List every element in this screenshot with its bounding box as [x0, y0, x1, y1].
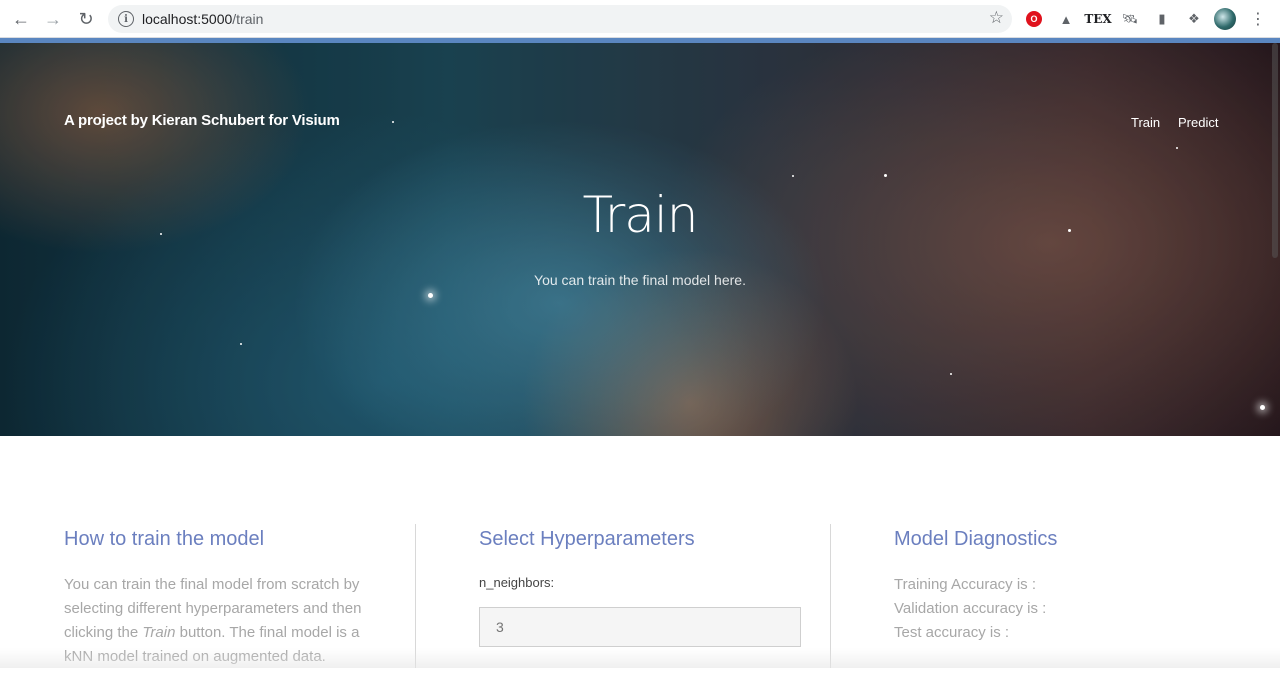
validation-accuracy-text: Validation accuracy is : — [894, 600, 1047, 617]
forward-icon[interactable]: → — [41, 7, 65, 31]
mountain-extension-icon[interactable]: ▲ — [1056, 9, 1076, 29]
page-subtitle: You can train the final model here. — [534, 272, 746, 288]
n-neighbors-input[interactable] — [479, 607, 801, 647]
bookmark-star-icon[interactable]: ☆ — [989, 8, 1004, 28]
star-decoration — [240, 343, 242, 345]
profile-avatar[interactable] — [1214, 8, 1236, 30]
reload-icon[interactable]: ↻ — [74, 7, 98, 31]
star-decoration — [1260, 405, 1265, 410]
howto-title: How to train the model — [64, 528, 265, 550]
star-decoration — [884, 174, 887, 177]
hero-banner: A project by Kieran Schubert for Visium … — [0, 43, 1280, 436]
brand-link[interactable]: A project by Kieran Schubert for Visium — [64, 112, 340, 129]
star-decoration — [1176, 147, 1178, 149]
column-divider — [830, 524, 831, 668]
info-icon[interactable]: i — [118, 11, 134, 27]
back-icon[interactable]: ← — [9, 7, 33, 31]
diagnostics-list: Training Accuracy is : Validation accura… — [894, 573, 1046, 645]
bottle-extension-icon[interactable]: ▮ — [1152, 9, 1172, 29]
bottom-fade — [0, 648, 1280, 668]
star-decoration — [428, 293, 433, 298]
training-accuracy-text: Training Accuracy is : — [894, 576, 1036, 593]
url-text[interactable]: localhost:5000/train — [142, 11, 263, 27]
nav-predict[interactable]: Predict — [1178, 115, 1218, 130]
column-divider — [415, 524, 416, 668]
star-decoration — [792, 175, 794, 177]
address-bar[interactable]: i localhost:5000/train ☆ — [108, 5, 1012, 33]
kebab-menu-icon[interactable]: ⋮ — [1248, 9, 1268, 29]
hyperparameters-title: Select Hyperparameters — [479, 528, 695, 550]
nav-train[interactable]: Train — [1131, 115, 1160, 130]
page-title: Train — [582, 186, 699, 244]
satellite-extension-icon[interactable]: 🛰 — [1120, 9, 1140, 29]
star-decoration — [392, 121, 394, 123]
puzzle-extensions-icon[interactable]: ❖ — [1184, 9, 1204, 29]
browser-toolbar: ← → ↻ i localhost:5000/train ☆ O ▲ TEX 🛰… — [0, 0, 1280, 38]
n-neighbors-label: n_neighbors: — [479, 575, 555, 590]
opera-extension-icon[interactable]: O — [1026, 11, 1042, 27]
train-emphasis: Train — [142, 624, 176, 641]
diagnostics-title: Model Diagnostics — [894, 528, 1058, 550]
test-accuracy-text: Test accuracy is : — [894, 624, 1010, 641]
tex-extension-icon[interactable]: TEX — [1084, 9, 1111, 29]
star-decoration — [950, 373, 952, 375]
